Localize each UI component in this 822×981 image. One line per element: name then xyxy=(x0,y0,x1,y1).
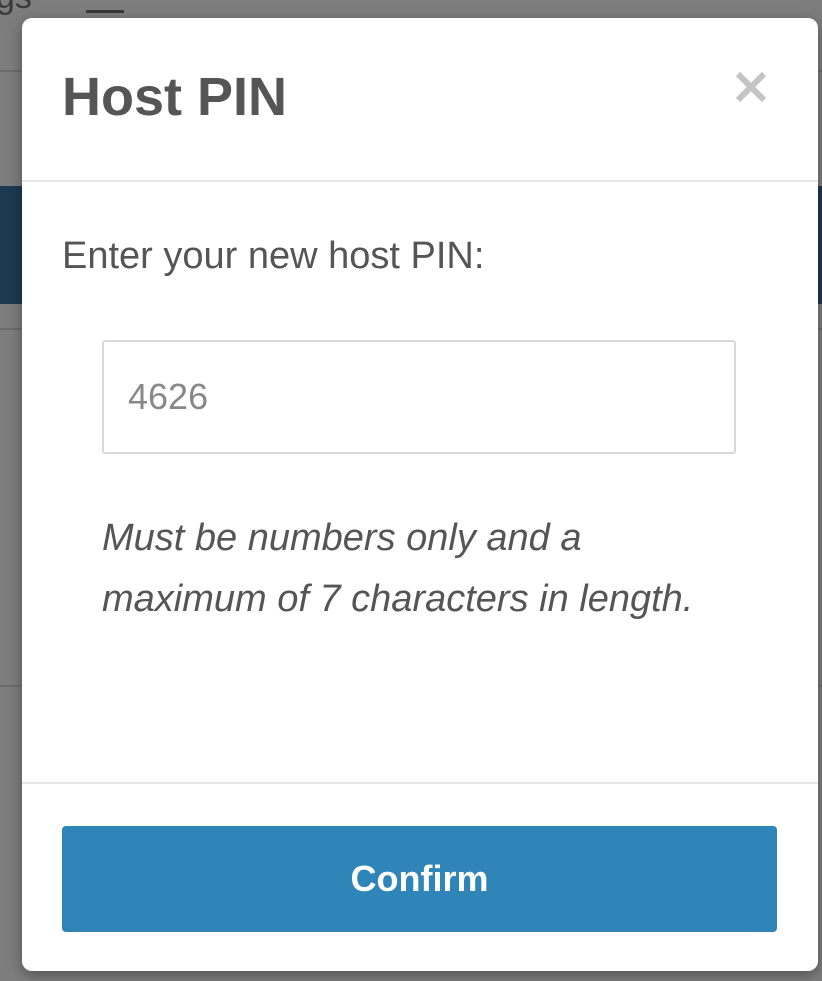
host-pin-dialog: Host PIN Enter your new host PIN: Must b… xyxy=(22,18,818,971)
dialog-title: Host PIN xyxy=(62,67,288,127)
close-button[interactable] xyxy=(722,62,776,116)
dialog-header: Host PIN xyxy=(22,18,818,182)
confirm-button[interactable]: Confirm xyxy=(62,826,777,932)
dialog-body: Enter your new host PIN: Must be numbers… xyxy=(22,182,818,782)
host-pin-input[interactable] xyxy=(102,340,736,454)
pin-help-text: Must be numbers only and a maximum of 7 … xyxy=(102,517,694,620)
background-page-dash xyxy=(86,10,124,13)
pin-prompt-label: Enter your new host PIN: xyxy=(62,235,485,277)
close-icon xyxy=(735,71,767,103)
dialog-footer: Confirm xyxy=(22,782,818,971)
background-page-text: gs xyxy=(0,0,32,17)
